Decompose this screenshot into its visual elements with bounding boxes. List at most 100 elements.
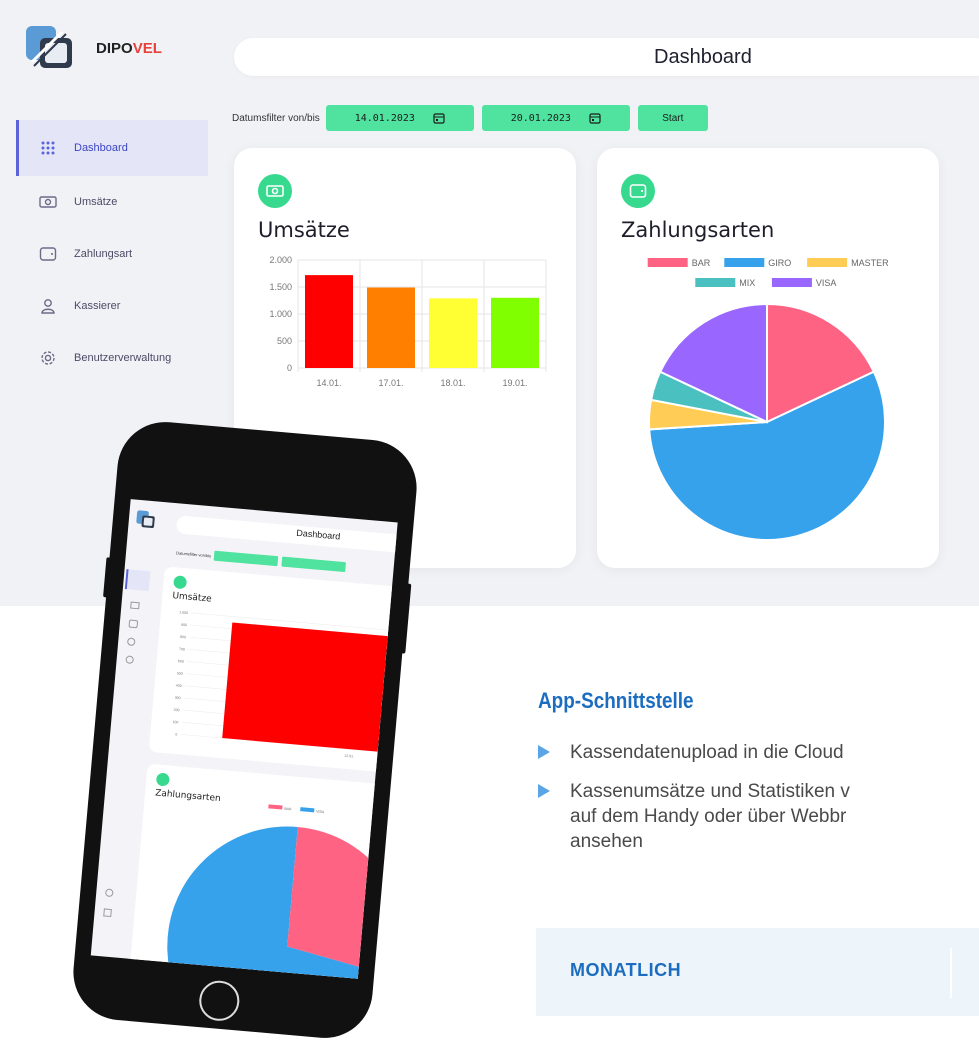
legend-label: MIX	[739, 278, 755, 288]
date-from-field[interactable]: 14.01.2023	[325, 105, 474, 131]
banknote-icon[interactable]	[130, 601, 140, 610]
legend-label: VISA	[316, 810, 325, 815]
legend-label: MASTER	[851, 258, 889, 268]
list-item: Kassendatenupload in die Cloud	[538, 740, 979, 765]
legend-swatch	[268, 804, 283, 810]
bar	[222, 622, 396, 753]
y-tick-label: 400	[176, 684, 182, 688]
date-filter-label: Datumsfilter von/bis	[176, 549, 212, 558]
sidebar-item-zahlungsart[interactable]: Zahlungsart	[16, 228, 208, 280]
bullet-text: Kassenumsätze und Statistiken v	[570, 781, 850, 802]
calendar-icon[interactable]	[589, 112, 601, 124]
page-title: Dashboard	[295, 527, 341, 542]
grid-icon	[38, 138, 58, 158]
y-tick-label: 1.000	[179, 610, 188, 615]
header-bar: Dashboard	[175, 515, 398, 554]
x-tick-label: 18.01.	[440, 378, 465, 388]
sidebar-item-dashboard[interactable]: Dashboard	[16, 120, 208, 176]
user-icon[interactable]	[126, 637, 136, 647]
arrow-right-icon	[538, 784, 550, 798]
legend-label: BAR	[692, 258, 711, 268]
brand-name: DIPOVEL	[96, 39, 162, 57]
legend-swatch	[807, 258, 848, 267]
start-label: Start	[662, 112, 684, 124]
date-filter: Datumsfilter von/bis	[176, 547, 347, 573]
legend-swatch	[724, 258, 765, 267]
list-item: Kassenumsätze und Statistiken v auf dem …	[538, 779, 979, 854]
zahlungsarten-card: Zahlungsarten BAR GIRO MASTER MIX VISA	[597, 148, 939, 568]
page-title: Dashboard	[654, 46, 752, 68]
bar	[429, 298, 477, 368]
pie-chart: BAR GIRO MASTER MIX VISA	[647, 258, 889, 541]
sidebar-item-label: Benutzerverwaltung	[74, 352, 172, 364]
wallet-icon[interactable]	[128, 619, 139, 629]
wallet-icon	[621, 174, 655, 208]
banknote-icon	[38, 192, 58, 212]
logo-icon	[22, 22, 78, 74]
bar	[491, 297, 539, 368]
umsaetze-card: Umsätze 0 100 200 300 400 500 600 700 800 900 1.00…	[148, 566, 398, 773]
sidebar-item-umsaetze[interactable]: Umsätze	[16, 176, 208, 228]
date-to-value: 20.01.2023	[510, 112, 571, 124]
bullet-text: auf dem Handy oder über Webbr	[570, 806, 847, 827]
y-tick-label: 800	[180, 635, 186, 639]
sidebar-item-label: Zahlungsart	[74, 248, 133, 260]
sidebar-item-kassierer[interactable]: Kassierer	[16, 280, 208, 332]
date-from-field[interactable]	[213, 550, 279, 567]
y-tick-label: 200	[173, 708, 179, 712]
y-tick-label: 500	[177, 671, 183, 675]
date-from-value: 14.01.2023	[354, 112, 415, 124]
y-tick-label: 700	[179, 647, 185, 651]
date-filter: Datumsfilter von/bis 14.01.2023 20.01.20…	[232, 104, 708, 132]
card-title: Umsätze	[171, 591, 213, 605]
y-tick-label: 1.000	[269, 309, 292, 319]
sidebar-item-dashboard[interactable]	[124, 569, 151, 592]
legend-swatch	[647, 258, 688, 267]
logout-icon[interactable]	[103, 908, 112, 918]
banknote-icon	[173, 575, 188, 590]
legend-label: VISA	[816, 278, 837, 288]
sidebar-item-label: Umsätze	[74, 196, 118, 208]
legend-swatch	[300, 807, 315, 813]
phone-screen: Dashboard Datumsfilter von/bis Umsätze 0…	[90, 499, 398, 979]
logo-icon	[136, 510, 155, 528]
y-tick-label: 900	[181, 623, 187, 627]
arrow-right-icon	[538, 745, 550, 759]
y-tick-label: 0	[175, 732, 177, 736]
x-tick-label: 14.01.	[316, 378, 341, 388]
date-filter-label: Datumsfilter von/bis	[232, 112, 320, 124]
y-tick-label: 600	[178, 659, 184, 663]
y-tick-label: 2.000	[269, 255, 292, 265]
start-button[interactable]: Start	[637, 105, 708, 131]
pie-chart: BAR VISA	[167, 804, 386, 979]
section-headline: App-Schnittstelle	[538, 688, 694, 713]
plan-label[interactable]: MONATLICH	[570, 960, 681, 981]
bullet-text: ansehen	[570, 831, 643, 852]
x-tick-label: 17.01.	[378, 378, 403, 388]
card-title: Umsätze	[258, 218, 350, 242]
wallet-icon	[38, 244, 58, 264]
y-tick-label: 500	[277, 336, 292, 346]
header-bar: Dashboard	[234, 38, 979, 76]
date-to-field[interactable]: 20.01.2023	[481, 105, 630, 131]
y-tick-label: 0	[287, 363, 292, 373]
phone-body: Dashboard Datumsfilter von/bis Umsätze 0…	[69, 418, 421, 1042]
sidebar-item-benutzerverwaltung[interactable]: Benutzerverwaltung	[16, 332, 208, 384]
user-icon[interactable]	[104, 888, 114, 898]
calendar-icon[interactable]	[433, 112, 445, 124]
legend-swatch	[771, 278, 812, 287]
bar-chart: 0 100 200 300 400 500 600 700 800 900 1.000 12.01.	[172, 610, 397, 759]
date-to-field[interactable]	[281, 556, 347, 573]
legend-swatch	[695, 278, 736, 287]
sidebar-item-label: Kassierer	[74, 300, 121, 312]
pricing-box: MONATLICH	[536, 928, 979, 1016]
legend-label: BAR	[284, 807, 292, 812]
gear-icon	[38, 348, 58, 368]
x-tick-label: 19.01.	[502, 378, 527, 388]
app-logo[interactable]: DIPOVEL	[22, 22, 162, 74]
gear-icon[interactable]	[125, 655, 135, 665]
y-tick-label: 300	[175, 696, 181, 700]
card-title: Zahlungsarten	[621, 218, 775, 242]
legend-label: GIRO	[768, 258, 791, 268]
sidebar-item-label: Dashboard	[74, 142, 128, 154]
